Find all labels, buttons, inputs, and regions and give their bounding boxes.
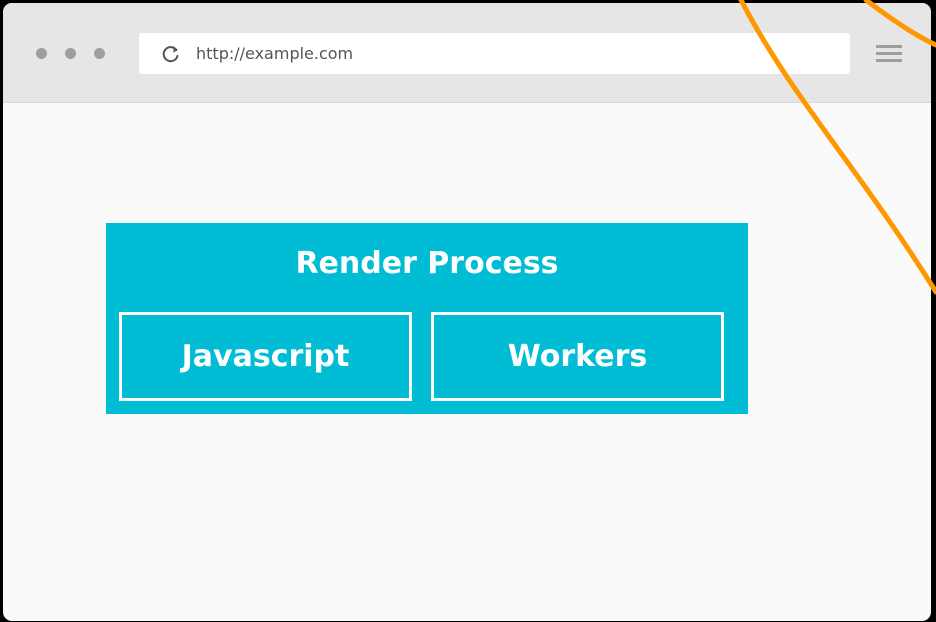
reload-icon[interactable] [161, 44, 181, 64]
window-dot-icon[interactable] [94, 48, 105, 59]
workers-component-box: Workers [431, 312, 724, 401]
javascript-component-box: Javascript [119, 312, 412, 401]
reload-glyph [162, 46, 179, 63]
browser-window: http://example.com Render Process Javasc… [3, 3, 931, 621]
browser-toolbar: http://example.com [3, 3, 931, 103]
window-control-dots [36, 48, 116, 60]
hamburger-glyph [876, 45, 902, 62]
window-dot-icon[interactable] [65, 48, 76, 59]
url-text[interactable]: http://example.com [196, 44, 353, 64]
address-bar[interactable]: http://example.com [139, 33, 850, 74]
render-process-title: Render Process [295, 246, 559, 281]
hamburger-menu-icon[interactable] [876, 44, 902, 64]
page: http://example.com Render Process Javasc… [0, 0, 936, 622]
render-process-box: Render Process Javascript Workers [106, 223, 748, 414]
window-dot-icon[interactable] [36, 48, 47, 59]
